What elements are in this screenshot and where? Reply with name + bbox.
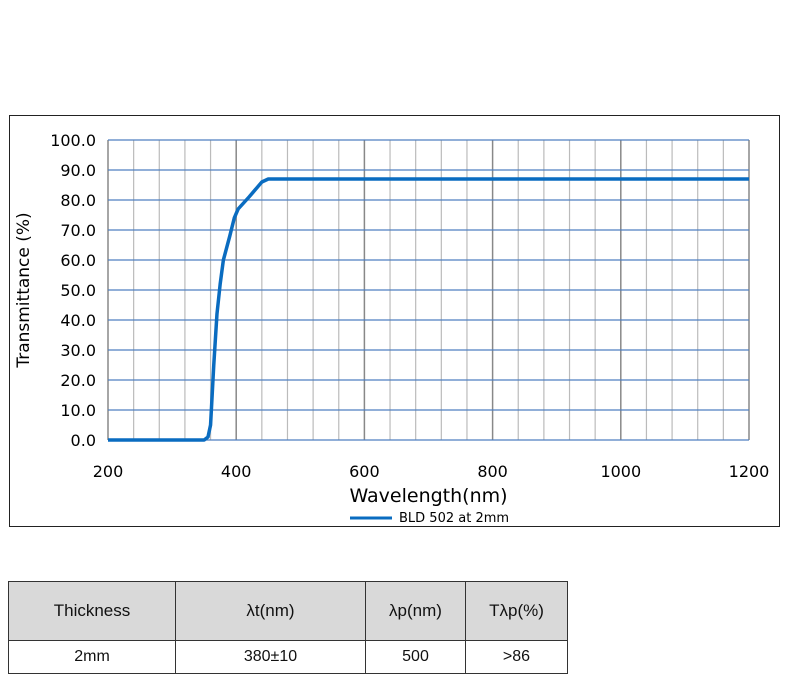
y-tick-label: 10.0 [60, 401, 96, 420]
x-tick-label: 400 [221, 462, 252, 481]
cell-lambda-t: 380±10 [175, 640, 366, 674]
x-axis-label: Wavelength(nm) [349, 485, 507, 507]
y-tick-label: 0.0 [71, 431, 96, 450]
x-tick-label: 600 [349, 462, 380, 481]
y-tick-label: 100.0 [50, 131, 96, 150]
y-tick-label: 80.0 [60, 191, 96, 210]
cell-lambda-p: 500 [365, 640, 466, 674]
header-lambda-t: λt(nm) [175, 581, 366, 641]
series-line [108, 177, 749, 442]
y-tick-label: 90.0 [60, 161, 96, 180]
spec-table: Thickness λt(nm) λp(nm) Tλp(%) 2mm 380±1… [8, 581, 568, 674]
y-tick-label: 50.0 [60, 281, 96, 300]
y-tick-label: 30.0 [60, 341, 96, 360]
table-row: 2mm 380±10 500 >86 [8, 640, 568, 674]
table-header-row: Thickness λt(nm) λp(nm) Tλp(%) [8, 581, 568, 641]
y-tick-label: 60.0 [60, 251, 96, 270]
x-tick-label: 1000 [600, 462, 641, 481]
y-axis-label: Transmittance (%) [14, 212, 34, 368]
cell-thickness: 2mm [8, 640, 176, 674]
x-tick-label: 1200 [729, 462, 770, 481]
cell-t-lambda-p: >86 [465, 640, 568, 674]
header-lambda-p: λp(nm) [365, 581, 466, 641]
x-tick-label: 200 [93, 462, 124, 481]
header-thickness: Thickness [8, 581, 176, 641]
legend-label: BLD 502 at 2mm [399, 511, 509, 526]
y-tick-label: 20.0 [60, 371, 96, 390]
x-tick-label: 800 [477, 462, 508, 481]
y-tick-label: 70.0 [60, 221, 96, 240]
y-tick-label: 40.0 [60, 311, 96, 330]
header-t-lambda-p: Tλp(%) [465, 581, 568, 641]
transmittance-chart: 0.0 10.0 20.0 30.0 40.0 50.0 60.0 70.0 80.0 90.0 1… [14, 131, 770, 526]
